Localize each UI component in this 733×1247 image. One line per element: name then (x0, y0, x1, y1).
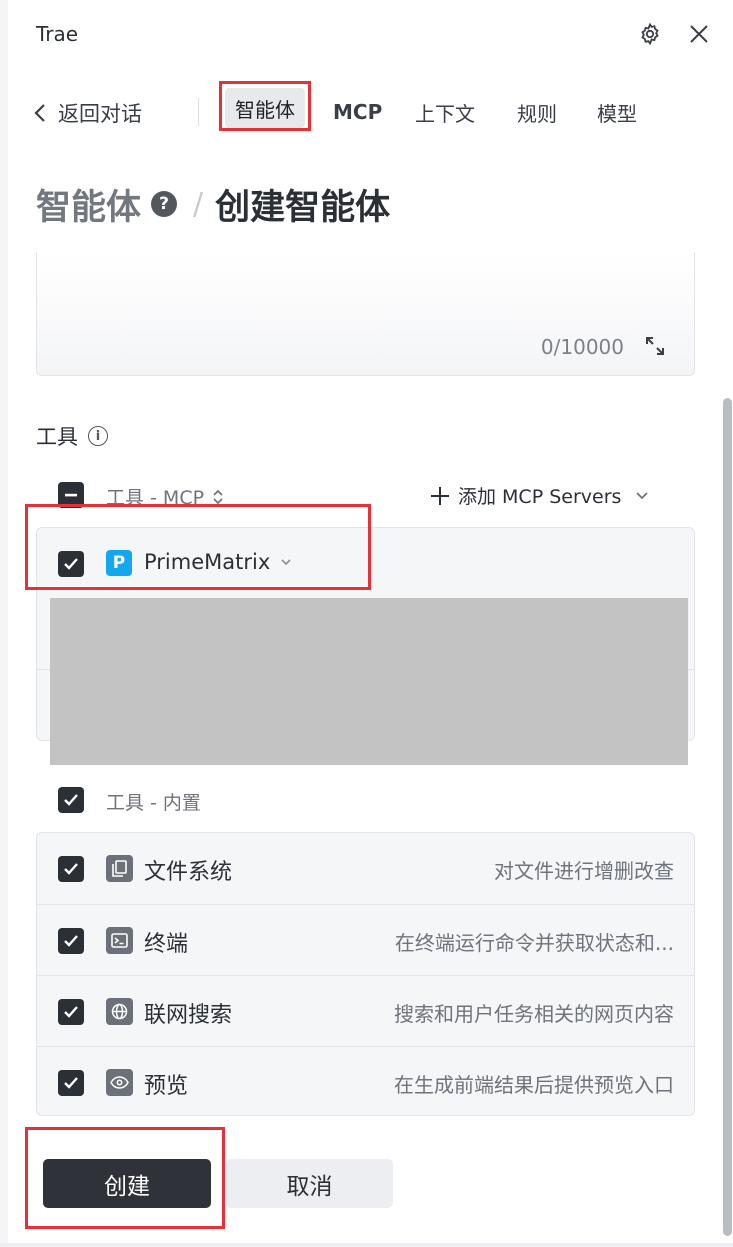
chevron-down-icon (281, 559, 291, 566)
tool-checkbox[interactable] (58, 856, 84, 882)
mcp-server-name: PrimeMatrix (144, 550, 271, 574)
list-item: 预览 在生成前端结果后提供预览入口 (37, 1046, 694, 1117)
close-button[interactable] (685, 20, 713, 48)
sort-icon (213, 489, 223, 504)
window-edge (0, 0, 8, 1247)
prompt-textarea[interactable]: 0/10000 (36, 252, 695, 376)
check-icon (64, 558, 78, 570)
create-button[interactable]: 创建 (43, 1159, 211, 1208)
tool-name: 联网搜索 (144, 1003, 233, 1028)
indeterminate-icon (65, 493, 77, 497)
tool-description: 在终端运行命令并获取状态和... (394, 931, 674, 955)
breadcrumb-separator: / (193, 186, 204, 222)
breadcrumb: 智能体 ? / 创建智能体 (36, 180, 390, 228)
terminal-icon (106, 927, 133, 954)
plus-icon (431, 486, 449, 505)
list-item: 文件系统 对文件进行增删改查 (37, 833, 694, 904)
back-label: 返回对话 (58, 102, 142, 126)
check-icon (64, 1006, 78, 1018)
globe-icon (106, 998, 133, 1025)
mcp-group-sort[interactable]: 工具 - MCP (106, 483, 224, 510)
builtin-group-label: 工具 - 内置 (106, 792, 201, 814)
tab-context[interactable]: 上下文 (415, 96, 475, 128)
file-icon (106, 855, 133, 882)
gear-icon (641, 22, 659, 46)
tab-models[interactable]: 模型 (597, 96, 637, 128)
window-bottom-edge (0, 1243, 733, 1247)
mcp-server-checkbox[interactable] (58, 551, 84, 577)
list-item: 联网搜索 搜索和用户任务相关的网页内容 (37, 975, 694, 1046)
check-icon (64, 794, 78, 806)
eye-icon (106, 1069, 133, 1096)
page-title: 创建智能体 (215, 187, 391, 228)
tool-name: 文件系统 (144, 860, 233, 885)
builtin-tools-list: 文件系统 对文件进行增删改查 终端 在终端运行命令并获取状态和... 联网搜索 … (36, 832, 695, 1116)
close-icon (690, 25, 708, 43)
chevron-left-icon (34, 104, 45, 122)
list-item: 终端 在终端运行命令并获取状态和... (37, 904, 694, 975)
tools-label-text: 工具 (36, 425, 78, 449)
tool-name: 终端 (144, 932, 189, 957)
mcp-server-logo: P (106, 550, 132, 576)
redacted-region (50, 598, 688, 765)
tools-section-label: 工具 i (36, 421, 108, 451)
back-to-chat-link[interactable]: 返回对话 (34, 98, 142, 128)
app-title: Trae (36, 22, 79, 46)
nav-divider (198, 98, 199, 126)
info-icon[interactable]: i (88, 426, 108, 446)
char-counter: 0/10000 (540, 335, 624, 359)
tool-checkbox[interactable] (58, 999, 84, 1025)
cancel-button[interactable]: 取消 (226, 1159, 393, 1208)
tab-rules[interactable]: 规则 (517, 96, 557, 128)
tool-name: 预览 (144, 1074, 189, 1099)
mcp-group-label: 工具 - MCP (106, 487, 205, 509)
settings-button[interactable] (636, 20, 664, 48)
help-icon[interactable]: ? (151, 191, 178, 217)
tab-mcp[interactable]: MCP (333, 96, 382, 128)
tool-description: 对文件进行增删改查 (494, 859, 674, 883)
breadcrumb-root[interactable]: 智能体 (36, 179, 141, 230)
tool-description: 搜索和用户任务相关的网页内容 (394, 1002, 674, 1026)
add-mcp-servers-button[interactable]: 添加 MCP Servers (430, 482, 649, 509)
expand-icon[interactable] (644, 335, 666, 357)
tool-checkbox[interactable] (58, 928, 84, 954)
tool-checkbox[interactable] (58, 1070, 84, 1096)
check-icon (64, 1077, 78, 1089)
mcp-group-checkbox[interactable] (58, 482, 84, 508)
scrollbar-thumb[interactable] (723, 398, 732, 1236)
check-icon (64, 935, 78, 947)
tool-description: 在生成前端结果后提供预览入口 (394, 1073, 674, 1097)
check-icon (64, 863, 78, 875)
builtin-group-checkbox[interactable] (58, 787, 84, 813)
mcp-server-toggle[interactable]: PrimeMatrix (144, 550, 292, 574)
add-mcp-label: 添加 MCP Servers (458, 486, 622, 508)
tab-agents[interactable]: 智能体 (225, 88, 305, 128)
chevron-down-icon (636, 491, 649, 499)
